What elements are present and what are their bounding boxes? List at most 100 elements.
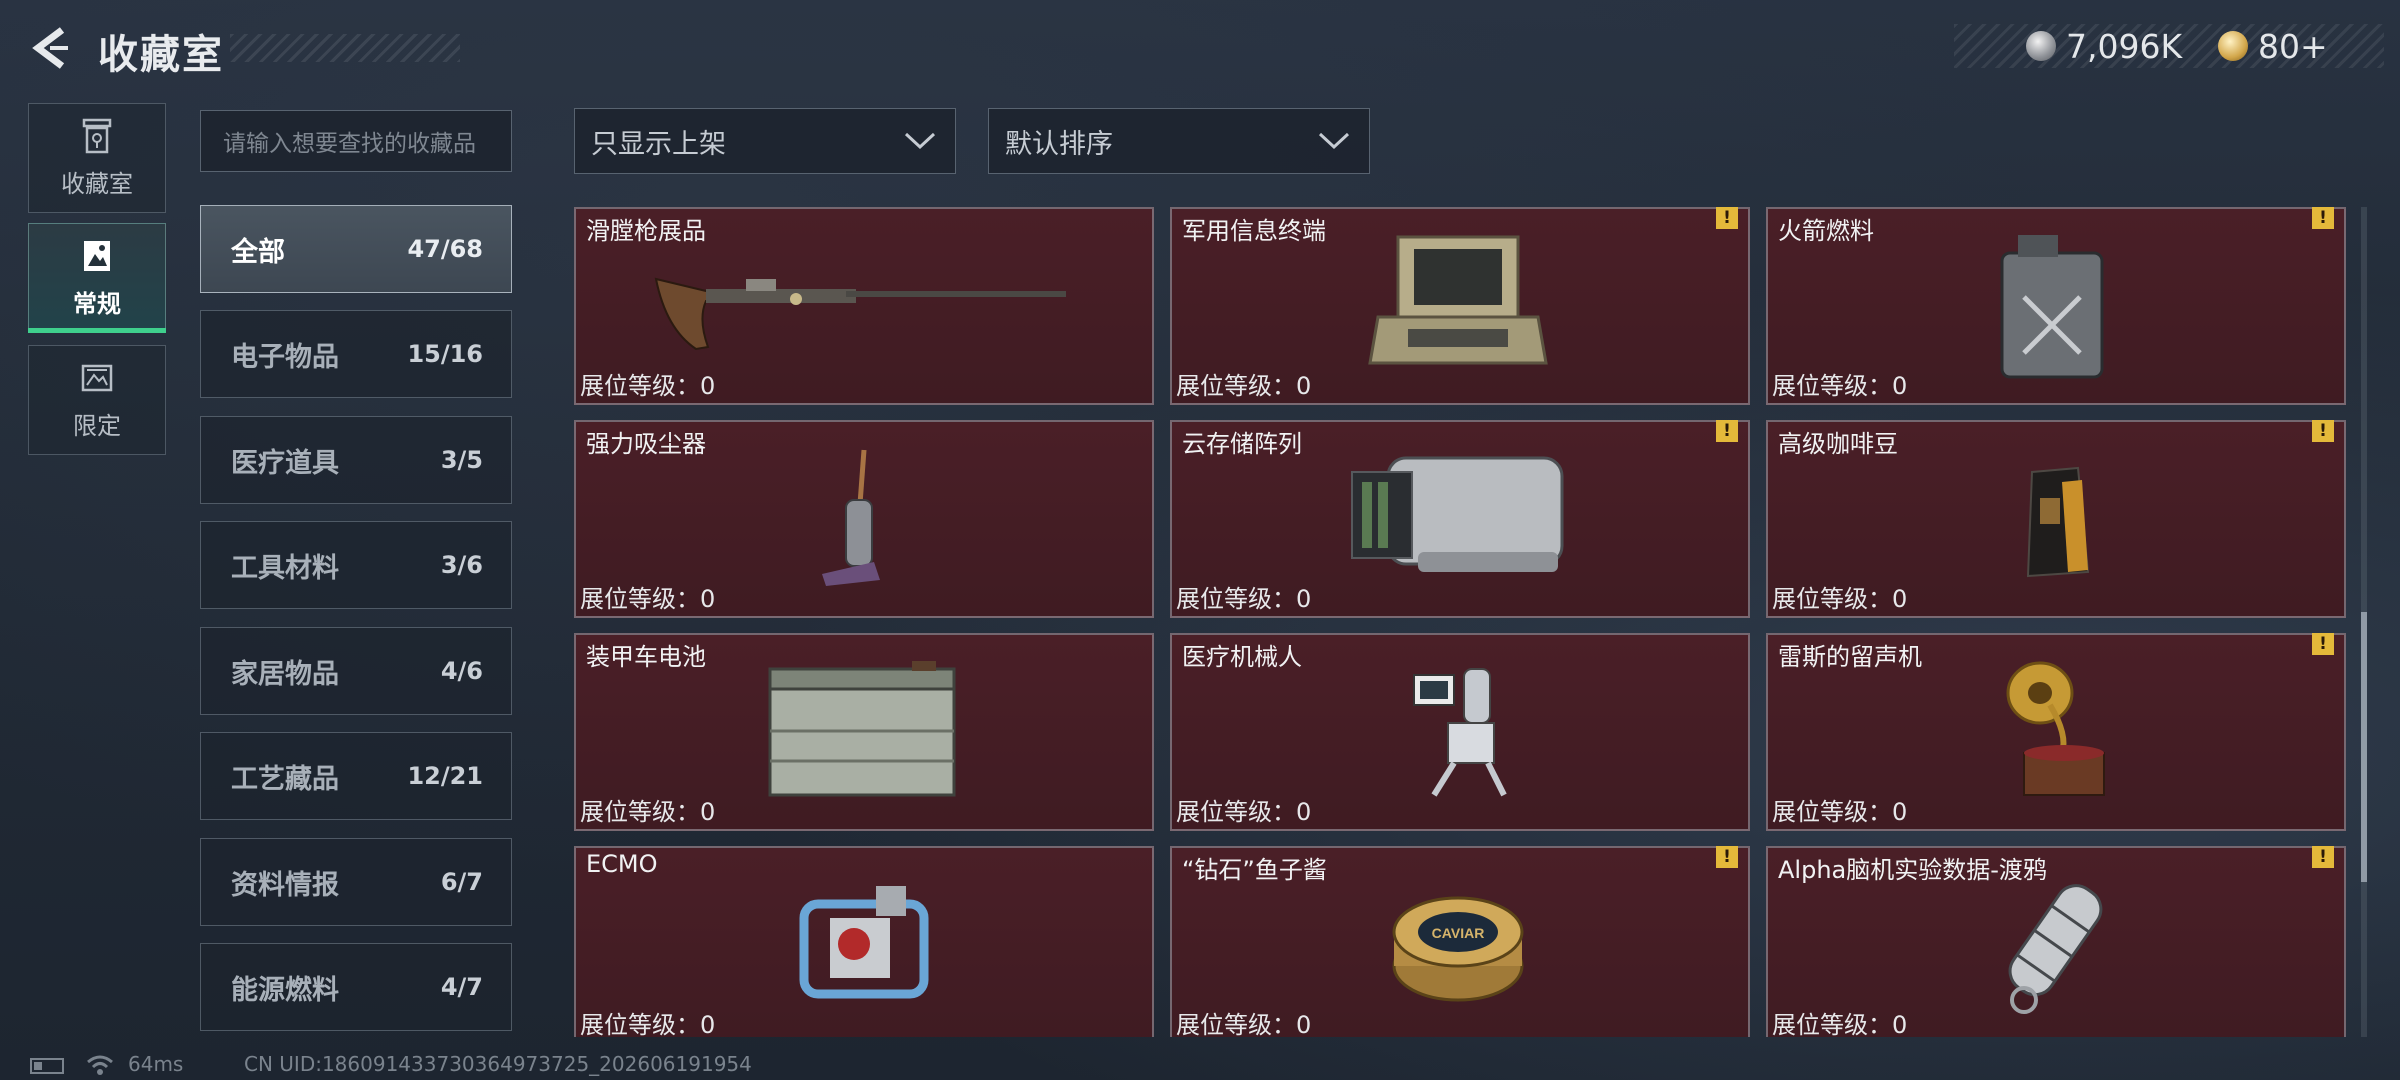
warning-badge: ! [2312,633,2334,655]
category-name: 工艺藏品 [231,763,339,795]
item-card-caviar[interactable]: “钻石”鱼子酱 ! CAVIAR 展位等级：0 [1170,846,1750,1037]
limited-frame-icon [81,364,113,391]
wifi-icon [87,1055,113,1075]
search-input[interactable]: 请输入想要查找的收藏品 [200,110,512,172]
caviar-label: CAVIAR [1432,925,1485,941]
item-name: 火箭燃料 [1778,217,1874,245]
warning-badge: ! [2312,846,2334,868]
category-crafts[interactable]: 工艺藏品 12/21 [200,732,512,820]
nav-label-limited: 限定 [73,411,121,440]
car-battery-icon [768,661,956,797]
battery-icon [30,1058,64,1074]
item-card-alpha-data[interactable]: Alpha脑机实验数据-渡鸦 ! 展位等级：0 [1766,846,2346,1037]
category-count: 15/16 [407,340,483,368]
chevron-down-icon [1318,132,1350,150]
category-electronics[interactable]: 电子物品 15/16 [200,310,512,398]
item-card-vacuum[interactable]: 强力吸尘器 展位等级：0 [574,420,1154,618]
category-name: 全部 [231,236,285,268]
category-medical[interactable]: 医疗道具 3/5 [200,416,512,504]
item-level: 展位等级：0 [1772,585,1908,613]
item-card-storage-array[interactable]: 云存储阵列 ! 展位等级：0 [1170,420,1750,618]
item-level: 展位等级：0 [1176,1011,1312,1037]
item-name: 雷斯的留声机 [1778,643,1922,671]
item-card-musket[interactable]: 滑膛枪展品 展位等级：0 [574,207,1154,405]
category-count: 6/7 [440,868,483,896]
item-level: 展位等级：0 [1772,1011,1908,1037]
category-name: 医疗道具 [231,447,339,479]
chevron-down-icon [904,132,936,150]
warning-badge: ! [1716,846,1738,868]
category-count: 4/7 [440,973,483,1001]
currency-silver-value: 7,096K [2066,26,2183,66]
gold-coin-icon [2218,31,2248,61]
uid-text: CN UID:186091433730364973725_20260619195… [244,1052,752,1076]
category-name: 电子物品 [231,341,339,373]
warning-badge: ! [1716,420,1738,442]
shelf-filter-value: 只显示上架 [591,128,726,160]
nav-label-regular: 常规 [73,289,121,318]
category-name: 工具材料 [231,552,339,584]
item-level: 展位等级：0 [580,798,716,826]
sort-value: 默认排序 [1005,128,1113,160]
trash-can-icon [82,118,112,153]
nav-item-limited[interactable]: 限定 [28,345,166,455]
item-card-military-terminal[interactable]: 军用信息终端 ! 展位等级：0 [1170,207,1750,405]
category-name: 能源燃料 [231,974,339,1006]
ping-text: 64ms [128,1052,184,1076]
category-household[interactable]: 家居物品 4/6 [200,627,512,715]
category-intel[interactable]: 资料情报 6/7 [200,838,512,926]
item-level: 展位等级：0 [1176,585,1312,613]
collection-grid: 滑膛枪展品 展位等级：0 军用信息终端 ! 展位等级：0 火箭燃料 ! 展位等级… [574,207,2348,1037]
category-count: 12/21 [407,762,483,790]
sort-dropdown[interactable]: 默认排序 [988,108,1370,174]
item-level: 展位等级：0 [1772,798,1908,826]
ecmo-machine-icon [799,886,929,999]
item-name: 云存储阵列 [1182,430,1302,458]
item-level: 展位等级：0 [580,585,716,613]
military-terminal-icon [1368,235,1548,365]
nav-item-regular[interactable]: 常规 [28,223,166,333]
item-card-coffee-beans[interactable]: 高级咖啡豆 ! 展位等级：0 [1766,420,2346,618]
scrollbar-thumb[interactable] [2361,612,2367,882]
category-all[interactable]: 全部 47/68 [200,205,512,293]
grid-scrollbar[interactable] [2361,207,2367,1037]
currency-panel: 7,096K 80+ [1954,24,2384,68]
title-decoration [230,34,460,62]
item-card-medical-robot[interactable]: 医疗机械人 展位等级：0 [1170,633,1750,831]
gramophone-icon [2006,661,2105,796]
item-card-gramophone[interactable]: 雷斯的留声机 ! 展位等级：0 [1766,633,2346,831]
item-name: 高级咖啡豆 [1778,430,1898,458]
nav-item-collection-room[interactable]: 收藏室 [28,103,166,213]
item-card-armored-battery[interactable]: 装甲车电池 展位等级：0 [574,633,1154,831]
back-arrow-icon [32,27,68,69]
item-name: 强力吸尘器 [586,430,706,458]
vacuum-cleaner-icon [822,449,880,586]
shelf-filter-dropdown[interactable]: 只显示上架 [574,108,956,174]
category-count: 4/6 [440,657,483,685]
warning-badge: ! [1716,207,1738,229]
coffee-bag-icon [2026,466,2090,578]
medical-robot-icon [1413,668,1507,797]
item-name: “钻石”鱼子酱 [1182,856,1327,884]
nav-label-collection-room: 收藏室 [61,169,133,198]
currency-gold[interactable]: 80+ [2218,24,2328,68]
item-name: 军用信息终端 [1182,217,1326,245]
category-name: 家居物品 [231,658,339,690]
currency-silver[interactable]: 7,096K [2026,24,2182,68]
item-level: 展位等级：0 [1176,798,1312,826]
top-bar: 收藏室 7,096K 80+ [0,0,2400,100]
picture-frame-icon [84,240,110,271]
category-tools[interactable]: 工具材料 3/6 [200,521,512,609]
warning-badge: ! [2312,420,2334,442]
item-level: 展位等级：0 [1772,372,1908,400]
warning-badge: ! [2312,207,2334,229]
category-count: 3/6 [440,551,483,579]
category-energy[interactable]: 能源燃料 4/7 [200,943,512,1031]
category-count: 3/5 [440,446,483,474]
data-capsule-icon [2008,884,2103,1014]
item-card-rocket-fuel[interactable]: 火箭燃料 ! 展位等级：0 [1766,207,2346,405]
back-button[interactable] [28,24,72,72]
musket-icon [654,277,1066,351]
page-title: 收藏室 [98,32,224,78]
item-card-ecmo[interactable]: ECMO 展位等级：0 [574,846,1154,1037]
